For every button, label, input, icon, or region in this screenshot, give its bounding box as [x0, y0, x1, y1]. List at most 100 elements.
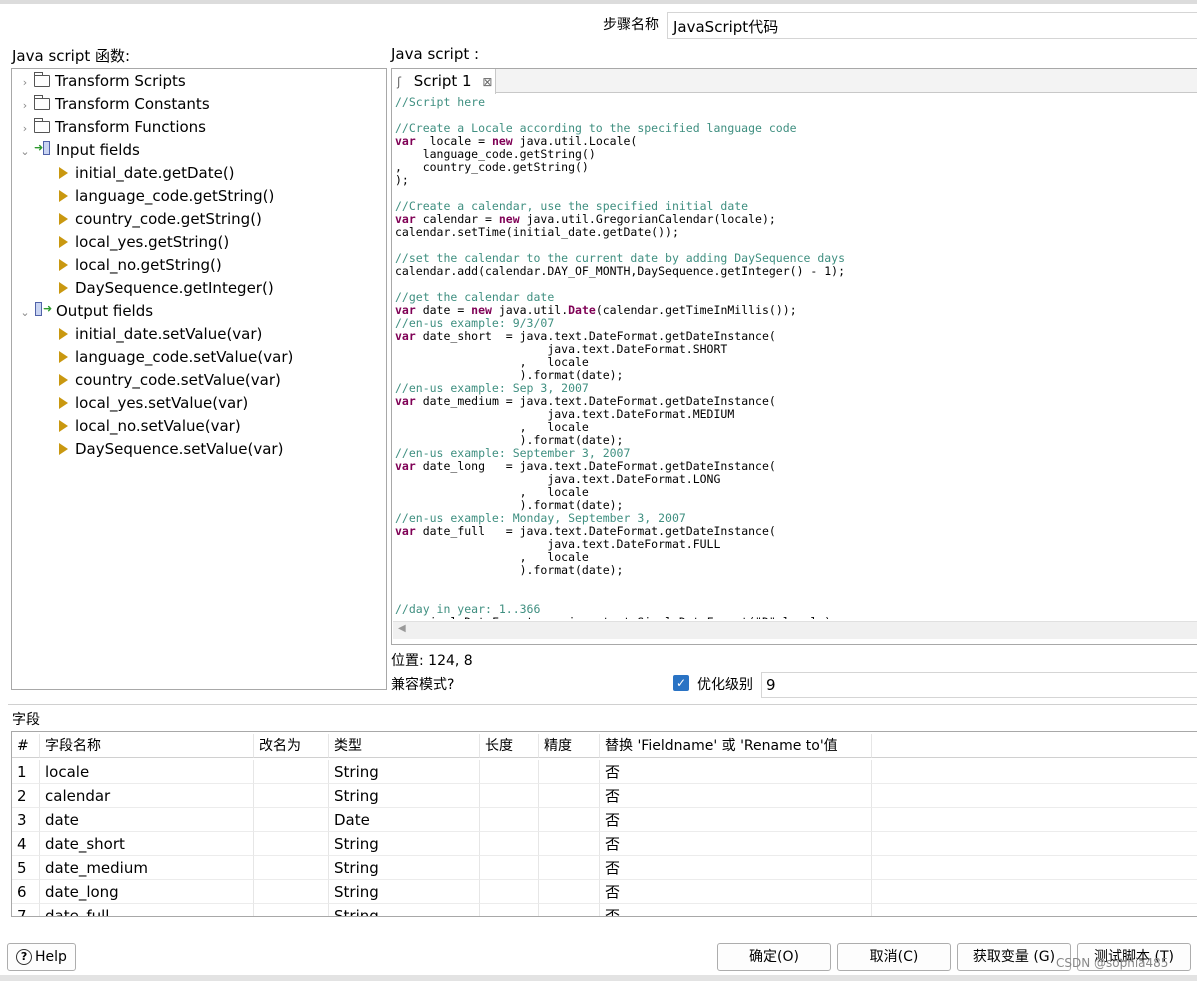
table-cell[interactable]: String: [329, 904, 480, 916]
table-cell[interactable]: [539, 808, 600, 832]
tab-script-1[interactable]: ʃ Script 1 ⊠: [392, 69, 496, 94]
table-cell[interactable]: String: [329, 880, 480, 904]
table-cell[interactable]: [480, 760, 539, 784]
chevron-down-icon[interactable]: ⌄: [18, 301, 32, 324]
table-cell[interactable]: [480, 904, 539, 916]
tree-item[interactable]: DaySequence.getInteger(): [59, 277, 274, 300]
functions-tree[interactable]: › Transform Scripts › Transform Constants › T…: [11, 68, 387, 690]
tree-item[interactable]: › Transform Functions: [18, 116, 206, 139]
table-row[interactable]: 6 date_long String 否: [12, 880, 1197, 904]
table-cell[interactable]: [539, 880, 600, 904]
table-cell[interactable]: [539, 856, 600, 880]
table-row[interactable]: 3 date Date 否: [12, 808, 1197, 832]
table-cell[interactable]: calendar: [40, 784, 254, 808]
table-cell[interactable]: 否: [600, 760, 872, 784]
table-cell[interactable]: locale: [40, 760, 254, 784]
chevron-down-icon[interactable]: ⌄: [18, 140, 32, 163]
table-cell[interactable]: [480, 832, 539, 856]
table-cell[interactable]: String: [329, 760, 480, 784]
tree-item[interactable]: DaySequence.setValue(var): [59, 438, 283, 461]
table-cell[interactable]: [254, 808, 329, 832]
table-cell[interactable]: 否: [600, 880, 872, 904]
table-cell[interactable]: [872, 760, 1197, 784]
table-cell[interactable]: 否: [600, 784, 872, 808]
tree-item[interactable]: local_no.setValue(var): [59, 415, 241, 438]
table-cell[interactable]: String: [329, 832, 480, 856]
tree-item[interactable]: local_yes.getString(): [59, 231, 229, 254]
optimization-level-input[interactable]: 9: [761, 672, 1197, 698]
table-cell[interactable]: [872, 808, 1197, 832]
table-cell[interactable]: [539, 760, 600, 784]
step-name-input[interactable]: JavaScript代码: [667, 12, 1197, 39]
fields-table[interactable]: # 字段名称 改名为 类型 长度 精度 替换 'Fieldname' 或 'Rename t…: [11, 731, 1197, 917]
column-header[interactable]: 替换 'Fieldname' 或 'Rename to'值: [600, 734, 872, 758]
optimization-checkbox[interactable]: ✓: [673, 675, 689, 691]
table-cell[interactable]: date_long: [40, 880, 254, 904]
horizontal-scrollbar[interactable]: ◀: [393, 621, 1197, 639]
tree-item[interactable]: initial_date.getDate(): [59, 162, 235, 185]
column-header[interactable]: #: [12, 734, 40, 758]
table-cell[interactable]: 否: [600, 808, 872, 832]
table-cell[interactable]: String: [329, 856, 480, 880]
table-cell[interactable]: [539, 832, 600, 856]
table-cell[interactable]: date_medium: [40, 856, 254, 880]
script-editor[interactable]: ʃ Script 1 ⊠ //Script here //Create a Lo…: [391, 68, 1197, 645]
code-area[interactable]: //Script here //Create a Locale accordin…: [395, 96, 1195, 619]
help-button[interactable]: ? Help: [7, 943, 76, 971]
chevron-right-icon[interactable]: ›: [18, 94, 32, 117]
table-cell[interactable]: [254, 856, 329, 880]
chevron-right-icon[interactable]: ›: [18, 71, 32, 94]
table-cell[interactable]: [254, 784, 329, 808]
column-header[interactable]: 字段名称: [40, 734, 254, 758]
scroll-left-icon[interactable]: ◀: [398, 623, 406, 634]
table-cell[interactable]: [480, 784, 539, 808]
table-cell[interactable]: Date: [329, 808, 480, 832]
tree-item[interactable]: language_code.setValue(var): [59, 346, 293, 369]
tree-item[interactable]: local_no.getString(): [59, 254, 222, 277]
table-cell[interactable]: [872, 784, 1197, 808]
table-cell[interactable]: String: [329, 784, 480, 808]
table-cell[interactable]: [872, 880, 1197, 904]
tree-item[interactable]: initial_date.setValue(var): [59, 323, 262, 346]
column-header[interactable]: 长度: [480, 734, 539, 758]
table-cell[interactable]: [480, 808, 539, 832]
chevron-right-icon[interactable]: ›: [18, 117, 32, 140]
table-cell[interactable]: [254, 832, 329, 856]
get-variables-button[interactable]: 获取变量 (G): [957, 943, 1071, 971]
table-cell[interactable]: [480, 880, 539, 904]
column-header[interactable]: 改名为: [254, 734, 329, 758]
table-cell[interactable]: [254, 904, 329, 916]
close-icon[interactable]: ⊠: [482, 75, 492, 89]
table-cell[interactable]: 否: [600, 856, 872, 880]
table-cell[interactable]: date: [40, 808, 254, 832]
table-cell[interactable]: date_short: [40, 832, 254, 856]
table-cell[interactable]: [539, 904, 600, 916]
table-row[interactable]: 4 date_short String 否: [12, 832, 1197, 856]
table-cell[interactable]: [872, 832, 1197, 856]
table-cell[interactable]: [872, 904, 1197, 916]
tree-item[interactable]: ⌄ ➜ Output fields: [18, 300, 153, 323]
tree-item[interactable]: country_code.setValue(var): [59, 369, 281, 392]
tree-item[interactable]: country_code.getString(): [59, 208, 262, 231]
cancel-button[interactable]: 取消(C): [837, 943, 951, 971]
table-cell[interactable]: [539, 784, 600, 808]
tree-item[interactable]: language_code.getString(): [59, 185, 274, 208]
table-cell[interactable]: date_full: [40, 904, 254, 916]
table-cell[interactable]: [254, 760, 329, 784]
column-header[interactable]: [872, 734, 1197, 758]
column-header[interactable]: 类型: [329, 734, 480, 758]
tree-item[interactable]: › Transform Constants: [18, 93, 210, 116]
column-header[interactable]: 精度: [539, 734, 600, 758]
table-cell[interactable]: [254, 880, 329, 904]
tree-item[interactable]: › Transform Scripts: [18, 70, 186, 93]
ok-button[interactable]: 确定(O): [717, 943, 831, 971]
tree-item[interactable]: ⌄ ➜ Input fields: [18, 139, 140, 162]
table-row[interactable]: 5 date_medium String 否: [12, 856, 1197, 880]
table-cell[interactable]: [872, 856, 1197, 880]
tree-item[interactable]: local_yes.setValue(var): [59, 392, 248, 415]
table-cell[interactable]: 否: [600, 904, 872, 916]
table-row[interactable]: 2 calendar String 否: [12, 784, 1197, 808]
table-cell[interactable]: 否: [600, 832, 872, 856]
table-cell[interactable]: [480, 856, 539, 880]
table-row[interactable]: 1 locale String 否: [12, 760, 1197, 784]
